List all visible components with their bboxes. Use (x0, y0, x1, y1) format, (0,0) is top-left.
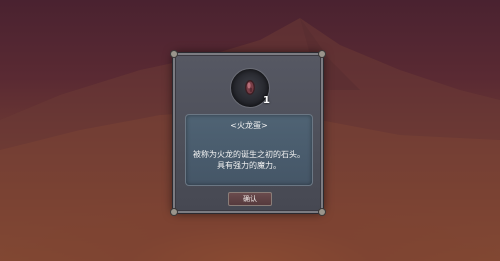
corner-ornament (171, 209, 177, 215)
item-description-line: 具有强力的魔力。 (217, 161, 281, 170)
corner-ornament (319, 51, 325, 57)
corner-ornament (319, 209, 325, 215)
item-count: 1 (263, 95, 270, 106)
item-description: 被称为火龙的诞生之初的石头。 具有强力的魔力。 (188, 149, 310, 171)
item-info-dialog: 1 <火龙蛋> 被称为火龙的诞生之初的石头。 具有强力的魔力。 确认 (171, 51, 325, 215)
item-description-line: 被称为火龙的诞生之初的石头。 (193, 150, 305, 159)
item-name: <火龙蛋> (230, 121, 268, 130)
corner-ornament (171, 51, 177, 57)
fire-dragon-egg-icon (245, 80, 255, 95)
item-description-box: <火龙蛋> 被称为火龙的诞生之初的石头。 具有强力的魔力。 (185, 114, 313, 186)
confirm-button[interactable]: 确认 (228, 192, 272, 206)
